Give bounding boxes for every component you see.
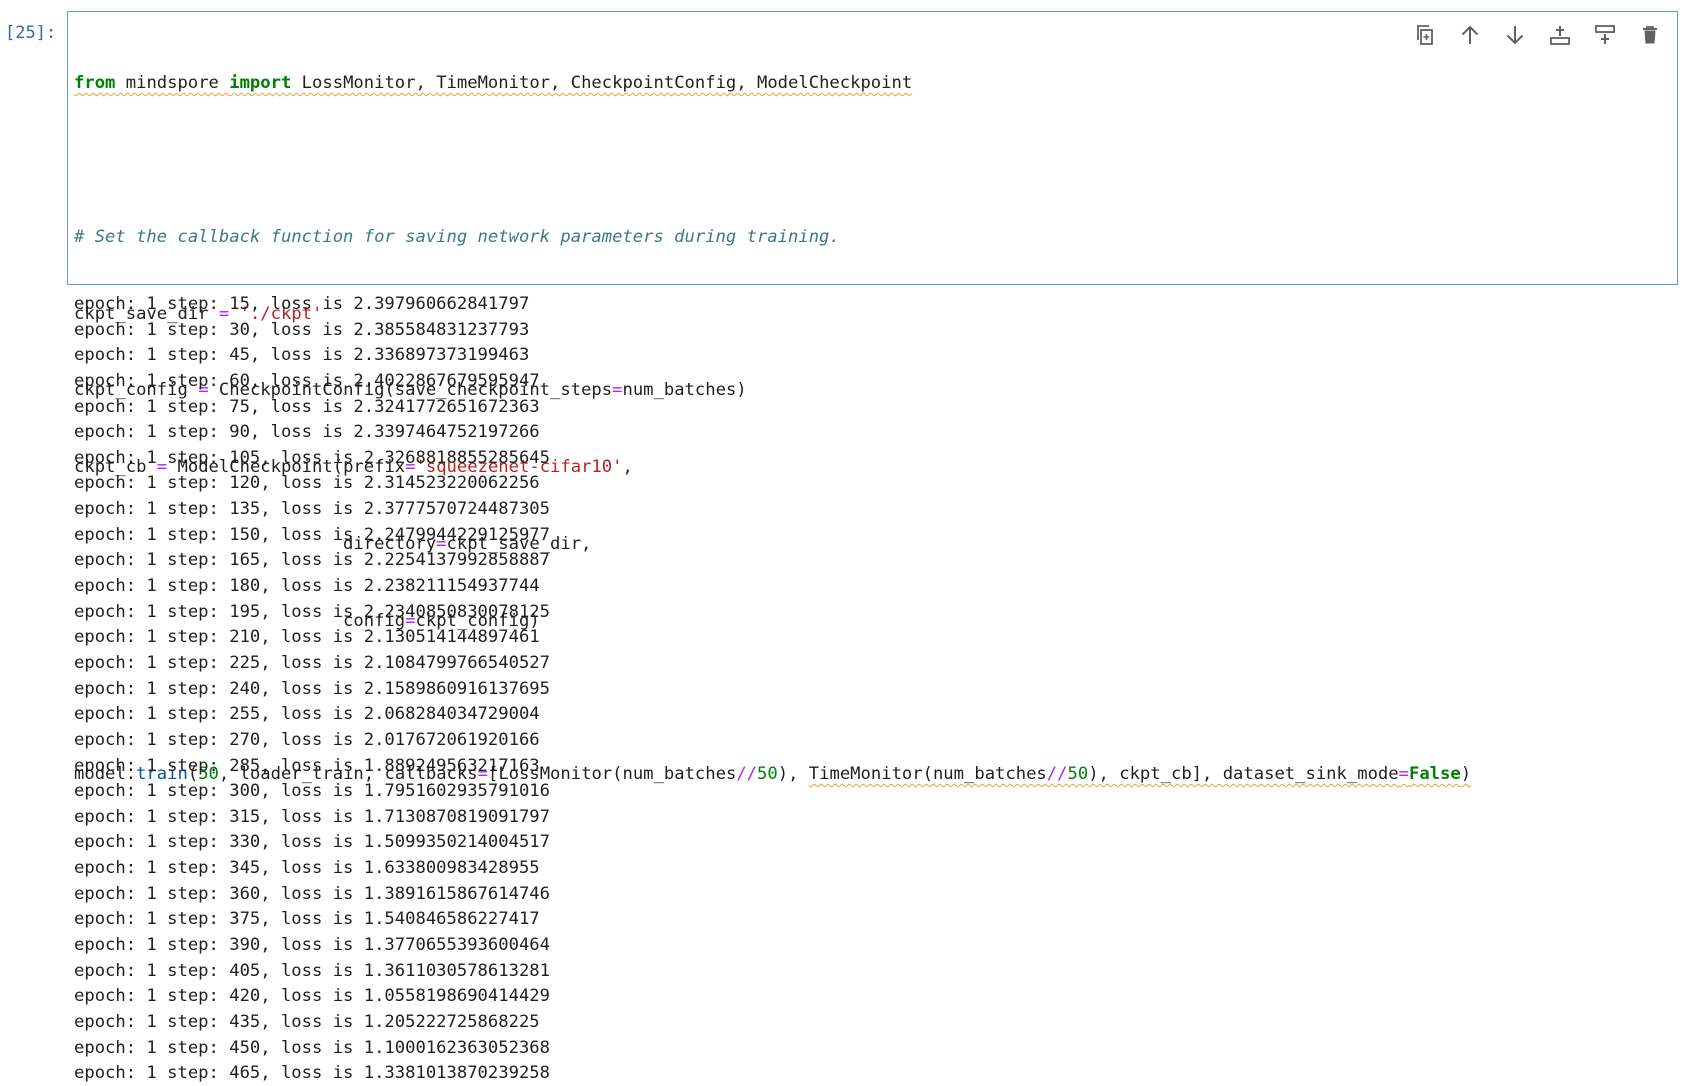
output-line: epoch: 1 step: 390, loss is 1.3770655393…	[74, 935, 550, 956]
output-line: epoch: 1 step: 375, loss is 1.5408465862…	[74, 909, 540, 930]
insert-above-button[interactable]	[1542, 20, 1577, 50]
number-literal: 50	[1067, 764, 1089, 785]
argument: num_batches)	[622, 380, 747, 401]
punctuation: )	[1460, 764, 1472, 785]
output-line: epoch: 1 step: 120, loss is 2.3145232200…	[74, 473, 540, 494]
imported-names: LossMonitor, TimeMonitor, CheckpointConf…	[291, 73, 913, 94]
code-cell-editor[interactable]: from mindspore import LossMonitor, TimeM…	[67, 11, 1678, 784]
operator: =	[1398, 764, 1409, 785]
output-line: epoch: 1 step: 405, loss is 1.3611030578…	[74, 960, 550, 981]
execution-count-prompt: [25]:	[5, 23, 57, 43]
output-line: epoch: 1 step: 255, loss is 2.0682840347…	[74, 704, 540, 725]
output-line: epoch: 1 step: 60, loss is 2.40228676795…	[74, 370, 540, 391]
operator: //	[1046, 764, 1068, 785]
output-line: epoch: 1 step: 165, loss is 2.2254137992…	[74, 550, 550, 571]
output-line: epoch: 1 step: 285, loss is 1.8892495632…	[74, 755, 540, 776]
insert-below-button[interactable]	[1587, 20, 1622, 50]
output-line: epoch: 1 step: 210, loss is 2.1305141448…	[74, 627, 540, 648]
output-line: epoch: 1 step: 450, loss is 1.1000162363…	[74, 1037, 550, 1058]
output-line: epoch: 1 step: 360, loss is 1.3891615867…	[74, 883, 550, 904]
move-down-button[interactable]	[1497, 20, 1532, 50]
insert-above-icon	[1549, 26, 1570, 45]
number-literal: 50	[757, 764, 778, 785]
output-line: epoch: 1 step: 75, loss is 2.32417726516…	[74, 396, 540, 417]
punctuation: ),	[777, 764, 809, 785]
output-line: epoch: 1 step: 225, loss is 2.1084799766…	[74, 652, 550, 673]
output-line: epoch: 1 step: 30, loss is 2.38558483123…	[74, 319, 530, 340]
output-line: epoch: 1 step: 330, loss is 1.5099350214…	[74, 832, 550, 853]
output-line: epoch: 1 step: 435, loss is 1.2052227258…	[74, 1011, 540, 1032]
output-line: epoch: 1 step: 270, loss is 2.0176720619…	[74, 729, 540, 750]
module-name: mindspore	[115, 73, 230, 94]
arguments: TimeMonitor(num_batches	[808, 764, 1047, 785]
output-line: epoch: 1 step: 180, loss is 2.2382111549…	[74, 576, 540, 597]
keyword-false: False	[1408, 764, 1461, 785]
delete-icon	[1642, 26, 1657, 44]
output-line: epoch: 1 step: 135, loss is 2.3777570724…	[74, 499, 550, 520]
delete-cell-button[interactable]	[1632, 20, 1667, 50]
keyword-import: import	[229, 73, 292, 94]
operator: //	[736, 764, 758, 785]
comment-text: # Set the callback function for saving n…	[74, 226, 840, 247]
code-line-import: from mindspore import LossMonitor, TimeM…	[74, 71, 1471, 97]
output-line: epoch: 1 step: 315, loss is 1.7130870819…	[74, 806, 550, 827]
operator: =	[612, 380, 623, 401]
code-line-comment: # Set the callback function for saving n…	[74, 225, 1471, 251]
keyword-from: from	[74, 73, 116, 94]
output-line: epoch: 1 step: 45, loss is 2.33689737319…	[74, 345, 530, 366]
move-down-icon	[1506, 26, 1523, 45]
output-line: epoch: 1 step: 15, loss is 2.39796066284…	[74, 294, 530, 314]
output-line: epoch: 1 step: 345, loss is 1.6338009834…	[74, 858, 540, 879]
insert-below-icon	[1594, 25, 1615, 44]
output-line: epoch: 1 step: 150, loss is 2.2479944229…	[74, 524, 550, 545]
output-line: epoch: 1 step: 105, loss is 2.3268818855…	[74, 447, 550, 468]
output-line: epoch: 1 step: 195, loss is 2.2340850830…	[74, 601, 550, 622]
arguments: ), ckpt_cb], dataset_sink_mode	[1088, 764, 1399, 785]
output-line: epoch: 1 step: 420, loss is 1.0558198690…	[74, 986, 550, 1007]
output-line: epoch: 1 step: 240, loss is 2.1589860916…	[74, 678, 550, 699]
cell-output: epoch: 1 step: 15, loss is 2.39796066284…	[74, 292, 550, 1086]
output-line: epoch: 1 step: 300, loss is 1.7951602935…	[74, 781, 550, 802]
output-line: epoch: 1 step: 90, loss is 2.33974647521…	[74, 422, 540, 443]
output-line: epoch: 1 step: 465, loss is 1.3381013870…	[74, 1063, 550, 1084]
punctuation: ,	[622, 457, 633, 478]
